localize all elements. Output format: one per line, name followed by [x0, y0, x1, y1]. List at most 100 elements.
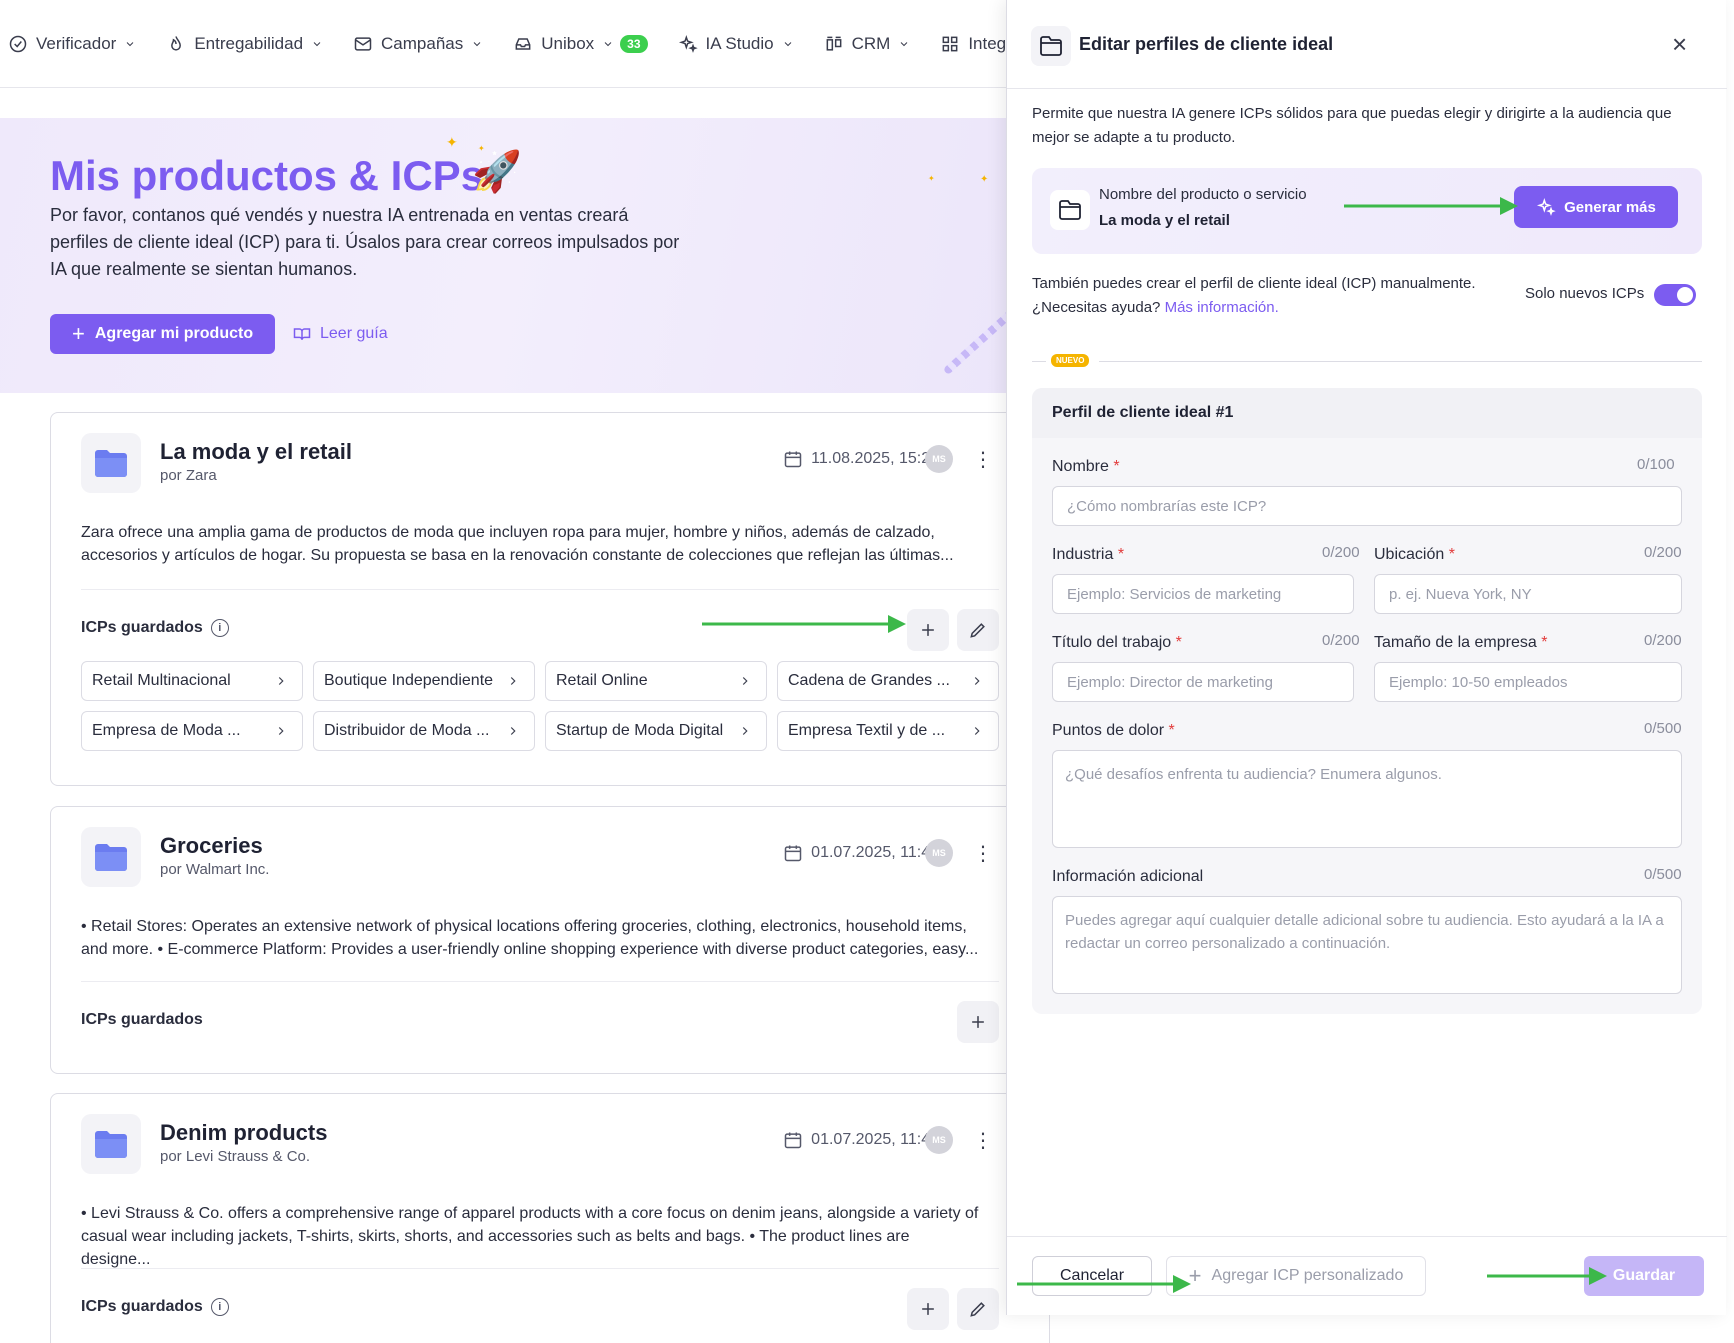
icp-chip-label: Startup de Moda Digital: [556, 722, 724, 739]
chevron-down-icon: [313, 41, 321, 46]
nav-verificador[interactable]: Verificador: [8, 34, 136, 54]
name-label-text: Nombre: [1052, 458, 1109, 475]
name-input[interactable]: ¿Cómo nombrarías este ICP?: [1052, 486, 1682, 526]
icp-chip[interactable]: Retail Multinacional: [81, 661, 303, 701]
chevron-down-icon: [126, 41, 134, 46]
nav-label: IA Studio: [705, 33, 774, 53]
add-product-button[interactable]: + Agregar mi producto: [50, 314, 276, 354]
generate-more-button[interactable]: Generar más: [1514, 186, 1678, 228]
divider: [1007, 1236, 1727, 1237]
read-guide-link[interactable]: Leer guía: [292, 324, 388, 344]
page-description: Por favor, contanos qué vendés y nuestra…: [50, 205, 680, 279]
saved-icps-text: ICPs guardados: [81, 619, 203, 636]
industry-input[interactable]: Ejemplo: Servicios de marketing: [1052, 574, 1354, 614]
panel-intro: Permite que nuestra IA genere ICPs sólid…: [1032, 105, 1672, 146]
close-icon[interactable]: ×: [1672, 31, 1687, 57]
edit-icp-panel: Editar perfiles de cliente ideal × Permi…: [1006, 0, 1727, 1315]
nav-unibox[interactable]: Unibox 33: [513, 34, 648, 54]
chevron-down-icon: [784, 41, 791, 46]
nav-entregabilidad[interactable]: Entregabilidad: [166, 34, 323, 54]
additional-info-label: Información adicional: [1052, 868, 1204, 885]
nav-ia-studio[interactable]: IA Studio: [678, 34, 794, 54]
saved-icps-label: ICPs guardados i: [81, 619, 229, 637]
icp-chip[interactable]: Empresa de Moda ...: [81, 711, 303, 751]
add-custom-icp-button[interactable]: + Agregar ICP personalizado: [1166, 1256, 1426, 1296]
product-title: Groceries: [160, 833, 263, 858]
add-product-label: Agregar mi producto: [94, 325, 254, 342]
chevron-down-icon: [473, 41, 481, 46]
avatar: MS: [925, 1126, 953, 1154]
saved-icps-text: ICPs guardados: [81, 1298, 203, 1315]
edit-icps-button[interactable]: [957, 609, 999, 651]
only-new-icps-label: Solo nuevos ICPs: [1525, 285, 1645, 302]
additional-info-counter: 0/500: [1644, 866, 1682, 883]
icp-chip[interactable]: Distribuidor de Moda ...: [313, 711, 535, 751]
location-input[interactable]: p. ej. Nueva York, NY: [1374, 574, 1682, 614]
calendar-icon: [784, 1132, 802, 1149]
chevron-right-icon: [742, 727, 748, 735]
nav-label: Entregabilidad: [194, 33, 304, 53]
info-icon[interactable]: i: [210, 619, 229, 637]
plus-icon: +: [72, 321, 85, 346]
sparkles-icon: [678, 34, 698, 53]
sparkle-icon: ✦: [478, 144, 485, 153]
icp-chip[interactable]: Startup de Moda Digital: [545, 711, 767, 751]
product-date: 01.07.2025, 11:42: [783, 843, 939, 863]
chevron-right-icon: [510, 677, 516, 685]
folder-icon: [81, 433, 141, 493]
only-new-icps-toggle[interactable]: [1654, 284, 1696, 306]
nav-label: CRM: [851, 33, 891, 53]
icp-chip[interactable]: Empresa Textil y de ...: [777, 711, 999, 751]
add-icp-button[interactable]: [957, 1001, 999, 1043]
icp-chip-label: Boutique Independiente: [324, 672, 494, 689]
unread-count-badge: 33: [620, 34, 648, 53]
icp-form-title: Perfil de cliente ideal #1: [1052, 404, 1234, 421]
icp-chip-label: Cadena de Grandes ...: [788, 672, 950, 689]
product-card: Denim products por Levi Strauss & Co. 01…: [50, 1093, 1050, 1343]
job-title-input[interactable]: Ejemplo: Director de marketing: [1052, 662, 1354, 702]
nav-integraciones[interactable]: Integrac: [940, 34, 1010, 54]
icp-chip[interactable]: Boutique Independiente: [313, 661, 535, 701]
divider: [81, 589, 999, 590]
divider: [81, 1268, 999, 1269]
location-label: Ubicación *: [1374, 546, 1455, 563]
more-options-icon[interactable]: ⋮: [973, 841, 993, 866]
more-info-link[interactable]: Más información.: [1165, 299, 1279, 316]
company-size-input[interactable]: Ejemplo: 10-50 empleados: [1374, 662, 1682, 702]
annotation-arrow: [1344, 197, 1518, 215]
product-title: La moda y el retail: [160, 439, 352, 464]
saved-icps-label: ICPs guardados: [81, 1011, 203, 1029]
icp-form: Perfil de cliente ideal #1 Nombre * 0/10…: [1032, 388, 1702, 1014]
product-description: Zara ofrece una amplia gama de productos…: [81, 524, 954, 564]
book-icon: [293, 328, 311, 340]
industry-counter: 0/200: [1322, 544, 1360, 561]
location-counter: 0/200: [1644, 544, 1682, 561]
saved-icps-text: ICPs guardados: [81, 1011, 203, 1028]
calendar-icon: [784, 451, 802, 468]
additional-info-textarea[interactable]: Puedes agregar aquí cualquier detalle ad…: [1052, 896, 1682, 994]
folder-icon: [81, 827, 141, 887]
sparkle-icon: ✦: [928, 174, 935, 183]
more-options-icon[interactable]: ⋮: [973, 447, 993, 472]
read-guide-label: Leer guía: [320, 325, 388, 342]
generate-more-label: Generar más: [1564, 198, 1656, 216]
add-icp-button[interactable]: [907, 609, 949, 651]
edit-icps-button[interactable]: [957, 1288, 999, 1330]
industry-label: Industria *: [1052, 546, 1125, 563]
pain-points-textarea[interactable]: ¿Qué desafíos enfrenta tu audiencia? Enu…: [1052, 750, 1682, 848]
icp-chip-label: Empresa Textil y de ...: [788, 722, 946, 739]
plus-icon: [922, 624, 934, 636]
add-icp-button[interactable]: [907, 1288, 949, 1330]
nav-campanas[interactable]: Campañas: [353, 34, 483, 54]
name-counter: 0/100: [1637, 456, 1675, 473]
divider: [1032, 361, 1046, 362]
pencil-icon: [970, 623, 985, 638]
nav-crm[interactable]: CRM: [824, 34, 911, 54]
icp-chip[interactable]: Retail Online: [545, 661, 767, 701]
icp-chip[interactable]: Cadena de Grandes ...: [777, 661, 999, 701]
product-title: Denim products: [160, 1120, 328, 1145]
icp-chip-label: Distribuidor de Moda ...: [324, 722, 490, 739]
job-title-label: Título del trabajo *: [1052, 634, 1182, 651]
info-icon[interactable]: i: [210, 1298, 229, 1316]
more-options-icon[interactable]: ⋮: [973, 1128, 993, 1153]
